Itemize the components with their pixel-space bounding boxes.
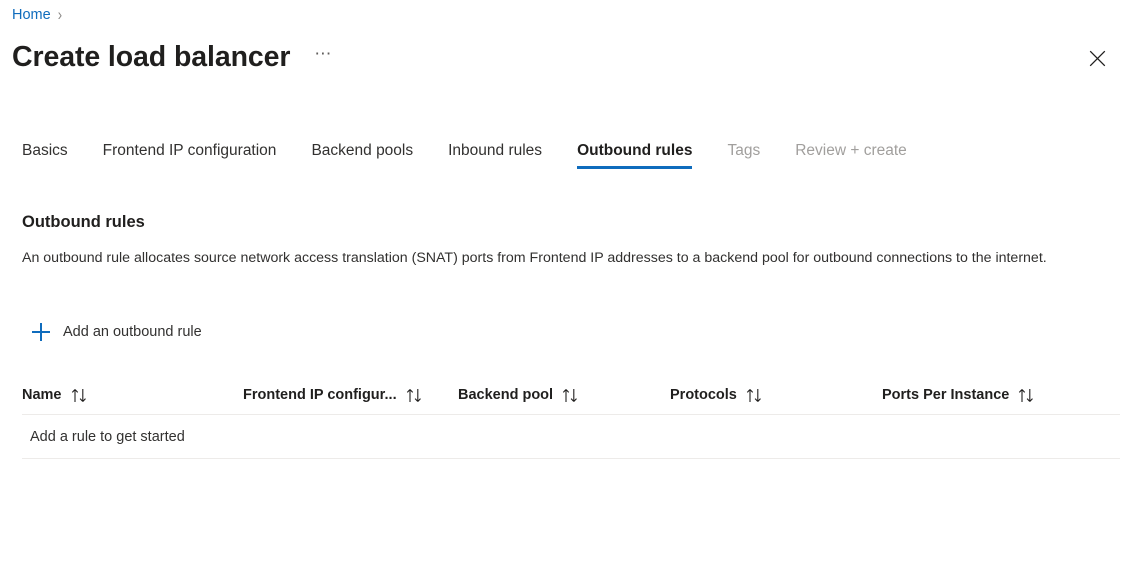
tab-label: Frontend IP configuration: [103, 142, 277, 159]
sort-ascending-descending-icon: [746, 388, 763, 403]
tab-label: Tags: [727, 142, 760, 159]
tab-label: Backend pools: [311, 142, 413, 159]
tab-outbound-rules[interactable]: Outbound rules: [577, 140, 692, 172]
wizard-tabs: Basics Frontend IP configuration Backend…: [22, 140, 1125, 178]
create-load-balancer-blade: Home › Create load balancer ⋯ Basics Fro…: [0, 0, 1137, 587]
tab-label: Basics: [22, 142, 68, 159]
add-outbound-rule-button[interactable]: Add an outbound rule: [30, 319, 206, 345]
tab-inbound-rules[interactable]: Inbound rules: [448, 140, 542, 172]
breadcrumb-home-link[interactable]: Home: [12, 5, 51, 25]
table-empty-message: Add a rule to get started: [22, 427, 185, 447]
section-description: An outbound rule allocates source networ…: [22, 247, 1107, 269]
column-header-protocols[interactable]: Protocols: [670, 385, 882, 405]
tab-backend-pools[interactable]: Backend pools: [311, 140, 413, 172]
sort-ascending-descending-icon: [562, 388, 579, 403]
column-header-ports-per-instance[interactable]: Ports Per Instance: [882, 385, 1112, 405]
close-icon: [1089, 50, 1106, 67]
column-header-label: Name: [22, 385, 62, 405]
column-header-label: Backend pool: [458, 385, 553, 405]
tab-label: Inbound rules: [448, 142, 542, 159]
more-options-icon[interactable]: ⋯: [310, 44, 336, 70]
sort-ascending-descending-icon: [71, 388, 88, 403]
tab-frontend-ip-configuration[interactable]: Frontend IP configuration: [103, 140, 277, 172]
tab-review-create: Review + create: [795, 140, 907, 172]
close-button[interactable]: [1081, 42, 1113, 74]
section-title: Outbound rules: [22, 211, 145, 233]
table-empty-row: Add a rule to get started: [22, 415, 1120, 459]
outbound-rules-table: Name Frontend IP configur... Backend poo…: [22, 376, 1120, 459]
tab-tags: Tags: [727, 140, 760, 172]
tab-label: Outbound rules: [577, 142, 692, 159]
tab-label: Review + create: [795, 142, 907, 159]
column-header-label: Protocols: [670, 385, 737, 405]
column-header-name[interactable]: Name: [22, 385, 243, 405]
title-row: Create load balancer ⋯: [12, 36, 1125, 78]
tab-basics[interactable]: Basics: [22, 140, 68, 172]
sort-ascending-descending-icon: [1018, 388, 1035, 403]
column-header-frontend-ip-configuration[interactable]: Frontend IP configur...: [243, 385, 458, 405]
sort-ascending-descending-icon: [406, 388, 423, 403]
page-title: Create load balancer: [12, 37, 290, 77]
table-header-row: Name Frontend IP configur... Backend poo…: [22, 376, 1120, 415]
plus-icon: [32, 323, 50, 341]
breadcrumb: Home ›: [12, 5, 62, 25]
add-outbound-rule-label: Add an outbound rule: [63, 322, 202, 342]
chevron-right-icon: ›: [58, 3, 62, 28]
column-header-backend-pool[interactable]: Backend pool: [458, 385, 670, 405]
column-header-label: Frontend IP configur...: [243, 385, 397, 405]
column-header-label: Ports Per Instance: [882, 385, 1009, 405]
